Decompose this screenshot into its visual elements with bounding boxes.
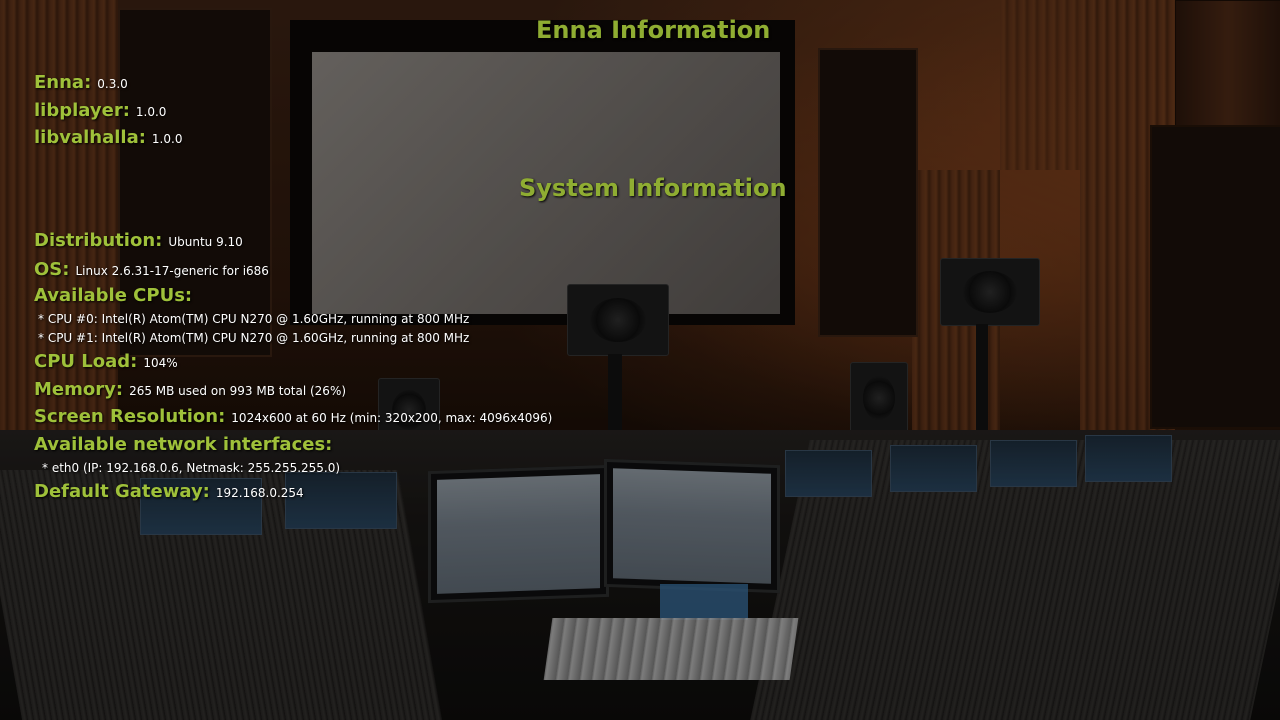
enna-version-row: Enna: 0.3.0 [34, 72, 128, 93]
cpu-load-row: CPU Load: 104% [34, 351, 178, 372]
memory-row: Memory: 265 MB used on 993 MB total (26%) [34, 379, 346, 400]
cpu-entry: * CPU #1: Intel(R) Atom(TM) CPU N270 @ 1… [38, 331, 470, 345]
enna-version-value: 0.3.0 [97, 77, 128, 91]
libplayer-version-row: libplayer: 1.0.0 [34, 100, 166, 121]
available-cpus-label: Available CPUs: [34, 285, 193, 306]
cpu-load-label: CPU Load: [34, 351, 138, 372]
default-gateway-value: 192.168.0.254 [215, 486, 304, 500]
enna-information-heading: Enna Information [536, 16, 771, 44]
libvalhalla-version-label: libvalhalla: [34, 127, 146, 148]
cpu-entry: * CPU #0: Intel(R) Atom(TM) CPU N270 @ 1… [38, 312, 470, 326]
cpu-load-value: 104% [143, 356, 178, 370]
available-cpus-row: Available CPUs: [34, 285, 192, 306]
screen-resolution-value: 1024x600 at 60 Hz (min: 320x200, max: 40… [231, 411, 553, 425]
enna-info-screen: Enna Information Enna: 0.3.0 libplayer: 1.… [0, 0, 1280, 720]
memory-label: Memory: [34, 379, 124, 400]
screen-resolution-label: Screen Resolution: [34, 406, 226, 427]
network-interface-entry: * eth0 (IP: 192.168.0.6, Netmask: 255.25… [42, 461, 341, 475]
network-interfaces-label: Available network interfaces: [34, 434, 333, 455]
libplayer-version-label: libplayer: [34, 100, 130, 121]
system-information-heading: System Information [519, 174, 787, 202]
os-value: Linux 2.6.31-17-generic for i686 [75, 264, 269, 278]
os-label: OS: [34, 259, 70, 280]
default-gateway-row: Default Gateway: 192.168.0.254 [34, 481, 304, 502]
distribution-label: Distribution: [34, 230, 163, 251]
libvalhalla-version-value: 1.0.0 [151, 132, 183, 146]
network-interfaces-row: Available network interfaces: [34, 434, 332, 455]
distribution-row: Distribution: Ubuntu 9.10 [34, 230, 243, 251]
libplayer-version-value: 1.0.0 [135, 105, 167, 119]
enna-version-label: Enna: [34, 72, 92, 93]
os-row: OS: Linux 2.6.31-17-generic for i686 [34, 259, 269, 280]
memory-value: 265 MB used on 993 MB total (26%) [129, 384, 347, 398]
distribution-value: Ubuntu 9.10 [168, 235, 243, 249]
libvalhalla-version-row: libvalhalla: 1.0.0 [34, 127, 182, 148]
default-gateway-label: Default Gateway: [34, 481, 210, 502]
screen-resolution-row: Screen Resolution: 1024x600 at 60 Hz (min… [34, 406, 552, 427]
